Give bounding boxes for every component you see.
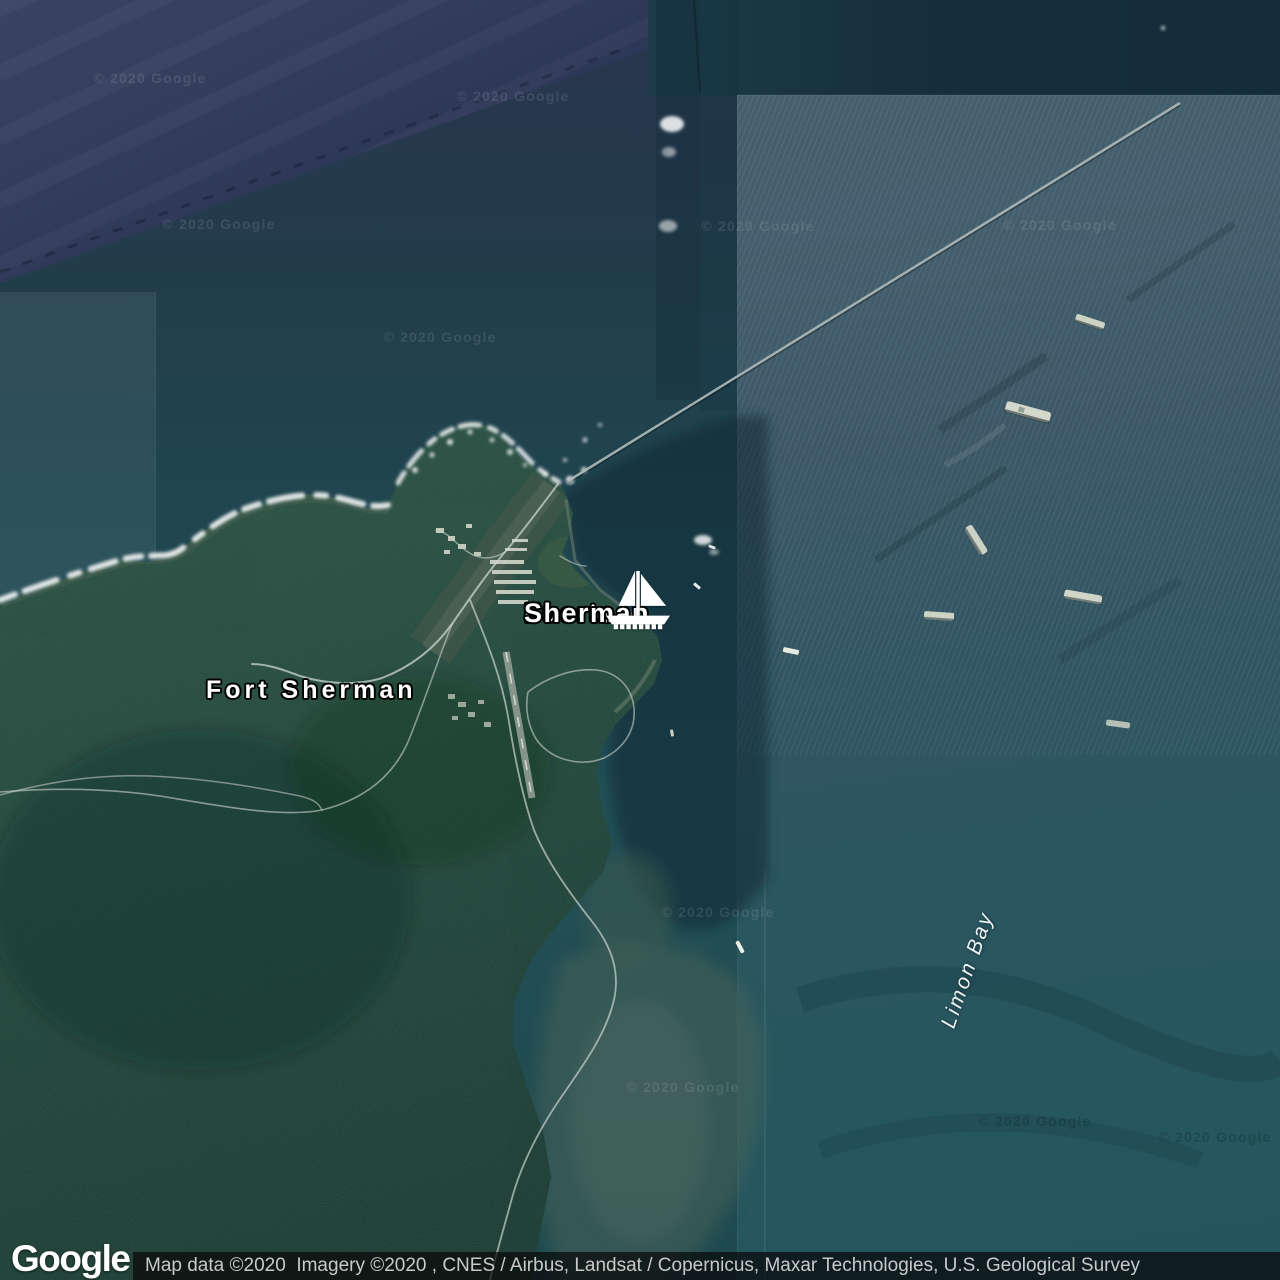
imagery-watermark: © 2020 Google <box>701 218 815 234</box>
imagery-watermark: © 2020 Google <box>661 904 775 920</box>
imagery-watermark: © 2020 Google <box>626 1079 740 1095</box>
imagery-watermark: © 2020 Google <box>93 70 207 86</box>
map-canvas[interactable]: Fuerte Sherman Fort Sherman Limon Bay © … <box>0 0 1280 1280</box>
place-label-fort-sherman: Fort Sherman <box>206 676 417 704</box>
google-logo[interactable]: Google <box>11 1238 131 1280</box>
attribution-text: Map data ©2020 Imagery ©2020 , CNES / Ai… <box>145 1255 1141 1276</box>
imagery-watermark: © 2020 Google <box>1158 1129 1272 1145</box>
sailboat-icon[interactable] <box>605 568 671 638</box>
imagery-watermark: © 2020 Google <box>1003 217 1117 233</box>
imagery-watermark: © 2020 Google <box>456 88 570 104</box>
imagery-watermark: © 2020 Google <box>162 216 276 232</box>
attribution-bar: Map data ©2020 Imagery ©2020 , CNES / Ai… <box>133 1252 1280 1280</box>
imagery-watermark: © 2020 Google <box>383 329 497 345</box>
imagery-watermark: © 2020 Google <box>978 1113 1092 1129</box>
